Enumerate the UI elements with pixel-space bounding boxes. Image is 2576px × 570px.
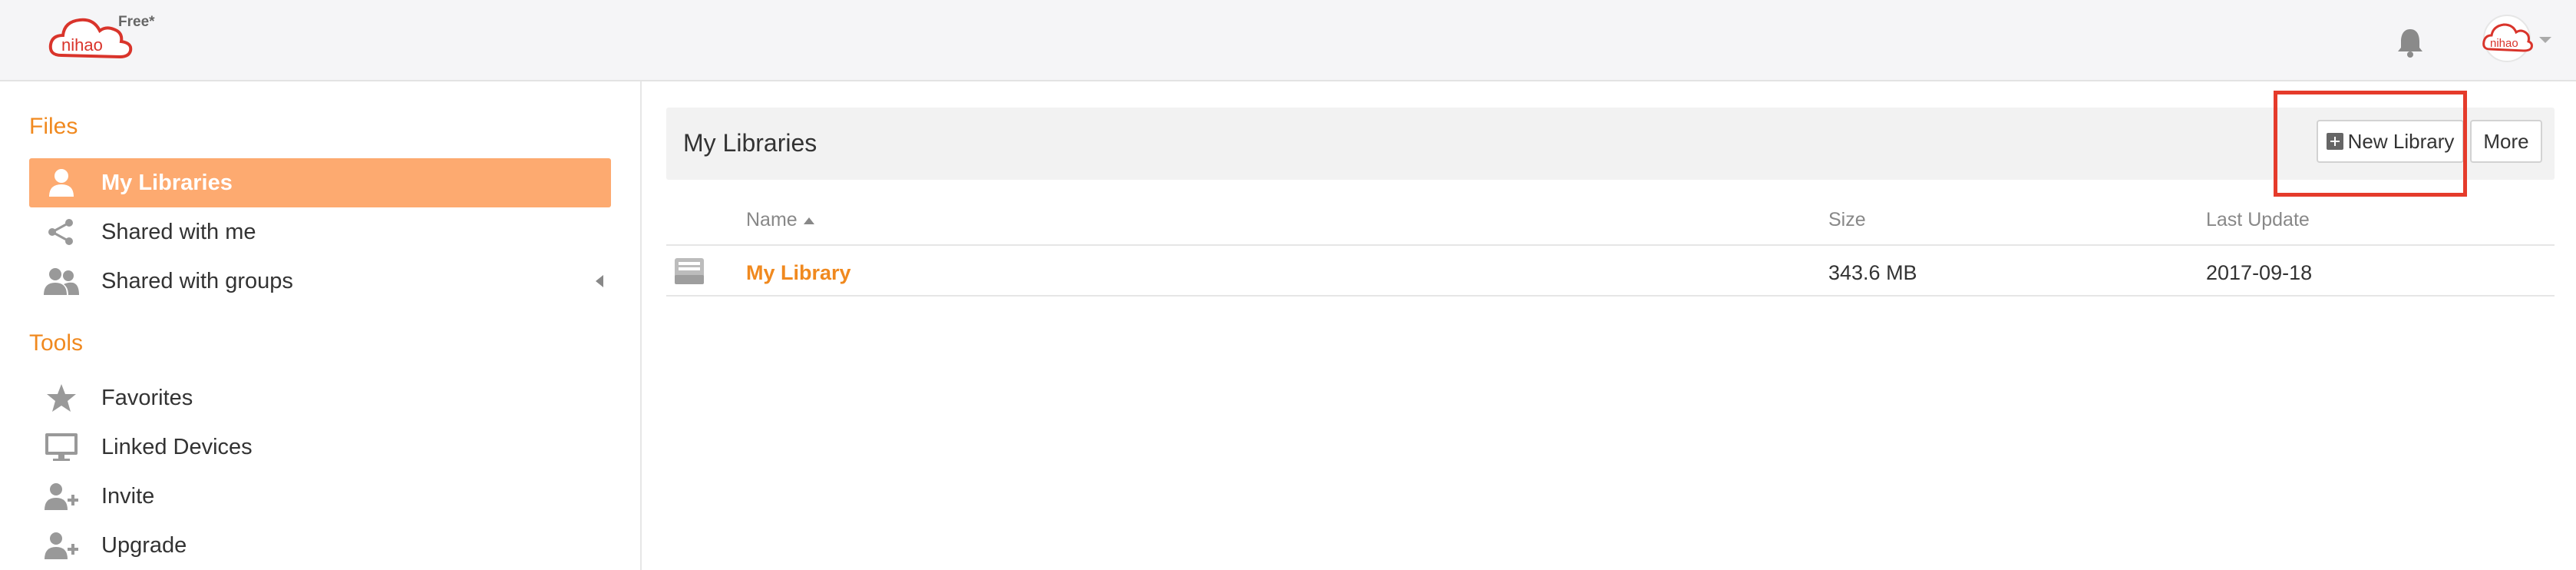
sidebar-item-shared-with-groups[interactable]: Shared with groups bbox=[29, 257, 611, 306]
sidebar-item-label: Shared with groups bbox=[101, 268, 293, 293]
chevron-down-icon[interactable] bbox=[2538, 35, 2553, 45]
sidebar-item-favorites[interactable]: Favorites bbox=[29, 373, 611, 423]
new-library-button[interactable]: New Library bbox=[2317, 120, 2464, 163]
tools-section-title: Tools bbox=[29, 330, 84, 356]
table-row[interactable]: My Library 343.6 MB 2017-09-18 bbox=[666, 247, 2555, 297]
new-library-label: New Library bbox=[2347, 129, 2455, 153]
panel-header: My Libraries bbox=[666, 108, 2555, 180]
plus-square-icon bbox=[2326, 133, 2343, 150]
chevron-left-icon[interactable] bbox=[594, 273, 605, 289]
add-user-icon bbox=[41, 479, 81, 513]
main-content: My Libraries New Library More Name Size … bbox=[643, 81, 2576, 570]
sidebar-item-shared-with-me[interactable]: Shared with me bbox=[29, 207, 611, 257]
column-header-size: Size bbox=[1828, 209, 1866, 230]
sidebar-item-label: Shared with me bbox=[101, 219, 256, 244]
sidebar-item-label: My Libraries bbox=[101, 170, 233, 195]
page-title: My Libraries bbox=[683, 129, 817, 157]
sidebar-item-label: Favorites bbox=[101, 385, 193, 410]
library-last-update: 2017-09-18 bbox=[2206, 261, 2313, 284]
table-header: Name Size Last Update bbox=[666, 198, 2555, 246]
avatar[interactable]: nihao bbox=[2478, 14, 2536, 63]
sidebar: Files My Libraries Shared with me Shared… bbox=[0, 81, 642, 570]
logo-text: nihao bbox=[61, 35, 103, 55]
user-icon bbox=[41, 166, 81, 200]
add-user-icon bbox=[41, 529, 81, 562]
library-size: 343.6 MB bbox=[1828, 261, 1917, 284]
sort-ascending-icon[interactable] bbox=[803, 217, 814, 224]
library-icon bbox=[675, 258, 704, 284]
share-icon bbox=[41, 215, 81, 249]
sidebar-item-upgrade[interactable]: Upgrade bbox=[29, 521, 611, 570]
avatar-text: nihao bbox=[2490, 37, 2518, 50]
plan-badge: Free* bbox=[118, 14, 155, 30]
files-section-title: Files bbox=[29, 114, 78, 139]
library-name-link[interactable]: My Library bbox=[746, 261, 851, 285]
sidebar-item-label: Invite bbox=[101, 483, 155, 509]
sidebar-item-label: Linked Devices bbox=[101, 434, 253, 459]
sidebar-item-label: Upgrade bbox=[101, 532, 187, 558]
column-header-name[interactable]: Name bbox=[746, 209, 814, 231]
column-header-last-update: Last Update bbox=[2206, 209, 2310, 230]
bell-icon[interactable] bbox=[2395, 26, 2426, 58]
more-button[interactable]: More bbox=[2470, 120, 2542, 163]
monitor-icon bbox=[41, 430, 81, 464]
sidebar-item-invite[interactable]: Invite bbox=[29, 472, 611, 521]
sidebar-item-my-libraries[interactable]: My Libraries bbox=[29, 158, 611, 207]
more-label: More bbox=[2483, 129, 2529, 153]
star-icon bbox=[41, 381, 81, 415]
group-icon bbox=[41, 264, 81, 298]
top-bar: nihao Free* nihao bbox=[0, 0, 2576, 81]
sidebar-item-linked-devices[interactable]: Linked Devices bbox=[29, 423, 611, 472]
